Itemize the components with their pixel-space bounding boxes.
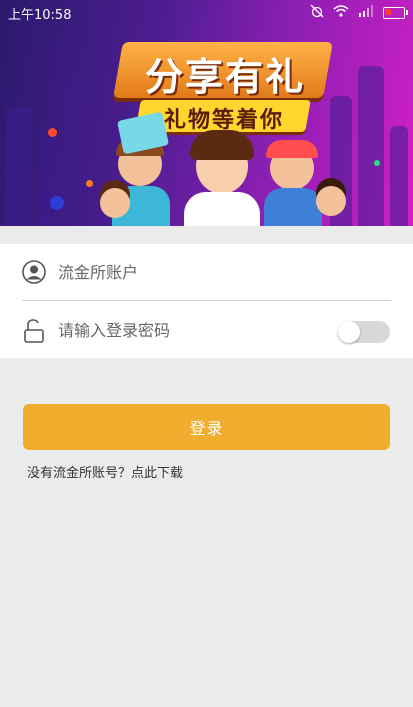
skyline-building [390,126,408,226]
status-time: 上午10:58 [8,8,72,23]
battery-icon [383,7,408,19]
password-input[interactable] [58,316,318,344]
download-app-link[interactable]: 没有流金所账号？点此下载 [27,462,183,481]
cartoon-kid-small-left [100,188,130,218]
confetti-dot [374,160,380,166]
skyline-building [6,106,32,226]
field-divider [22,300,391,301]
skyline-building [358,66,384,226]
status-bar: 上午10:58 [0,0,413,24]
skyline-building [66,76,84,226]
password-row [0,302,413,359]
confetti-dot [50,196,64,210]
confetti-dot [48,128,57,137]
confetti-dot [86,180,93,187]
login-form [0,244,413,358]
toggle-knob [338,321,360,343]
status-icons [310,4,408,22]
login-button[interactable]: 登录 [23,404,390,450]
cartoon-kid-center [178,128,266,226]
unlock-icon [22,318,46,343]
user-icon [22,260,46,284]
skyline-building [40,136,60,226]
cartoon-kid-right [262,140,324,226]
cartoon-kid-small-right [316,186,346,216]
account-row [0,244,413,301]
promo-banner[interactable]: 上午10:58 分享有礼 礼物等着你 [0,0,413,226]
wifi-icon [333,5,349,21]
banner-title: 分享有礼 [144,55,305,99]
show-password-toggle[interactable] [338,321,390,343]
account-input[interactable] [58,258,318,286]
signal-icon [358,5,374,21]
alarm-off-icon [310,4,324,22]
